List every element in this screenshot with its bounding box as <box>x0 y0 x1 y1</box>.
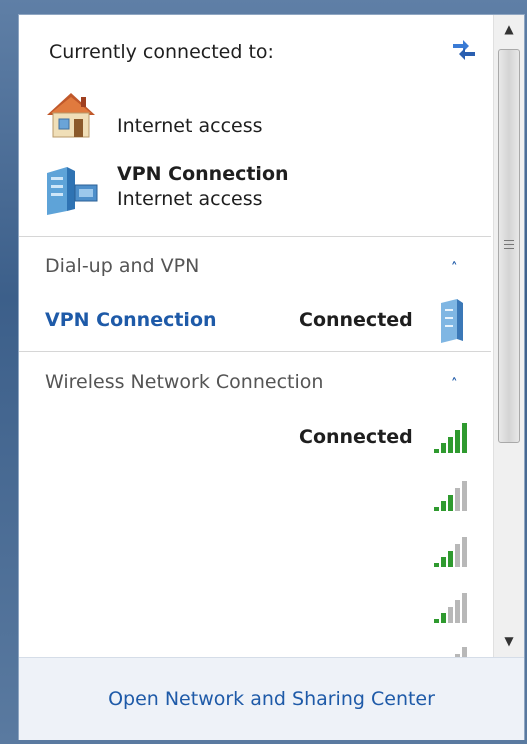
signal-strength-icon <box>434 537 467 567</box>
connected-item-home[interactable]: Internet access <box>41 85 263 143</box>
section-wireless-title[interactable]: Wireless Network Connection <box>45 371 323 393</box>
connected-vpn-name: VPN Connection <box>117 163 289 185</box>
connected-vpn-status: Internet access <box>117 188 263 210</box>
scrollbar-grip <box>504 240 514 252</box>
wireless-entry-status: Connected <box>299 426 413 448</box>
dialup-vpn-name[interactable]: VPN Connection <box>45 309 217 331</box>
chevron-up-icon[interactable]: ˄ <box>451 377 458 392</box>
signal-strength-icon <box>434 481 467 511</box>
divider <box>19 236 491 237</box>
currently-connected-header: Currently connected to: <box>49 41 274 63</box>
connected-item-vpn[interactable]: VPN Connection Internet access <box>41 163 289 221</box>
divider <box>19 351 491 352</box>
refresh-icon[interactable] <box>449 35 479 61</box>
open-network-sharing-center-link[interactable]: Open Network and Sharing Center <box>108 688 435 710</box>
vpn-server-icon <box>441 299 463 343</box>
section-dialup-title[interactable]: Dial-up and VPN <box>45 255 199 277</box>
home-network-icon <box>47 93 95 138</box>
scroll-down-arrow-icon[interactable]: ▼ <box>494 627 524 655</box>
scrollbar-thumb[interactable] <box>498 49 520 443</box>
footer-bar: Open Network and Sharing Center <box>19 657 524 740</box>
signal-strength-icon <box>434 593 467 623</box>
connected-home-status: Internet access <box>117 115 263 137</box>
signal-strength-icon <box>455 647 467 657</box>
network-flyout-panel: Currently connected to: Internet access <box>18 14 525 740</box>
network-flyout-frame: Currently connected to: Internet access <box>0 0 527 744</box>
connections-list: Currently connected to: Internet access <box>19 15 491 657</box>
chevron-up-icon[interactable]: ˄ <box>451 261 458 276</box>
dialup-vpn-status: Connected <box>299 309 413 331</box>
scroll-up-arrow-icon[interactable]: ▲ <box>494 15 524 43</box>
vpn-network-icon <box>47 167 98 215</box>
signal-strength-icon <box>434 423 467 453</box>
vertical-scrollbar[interactable]: ▲ ▼ <box>493 15 524 657</box>
